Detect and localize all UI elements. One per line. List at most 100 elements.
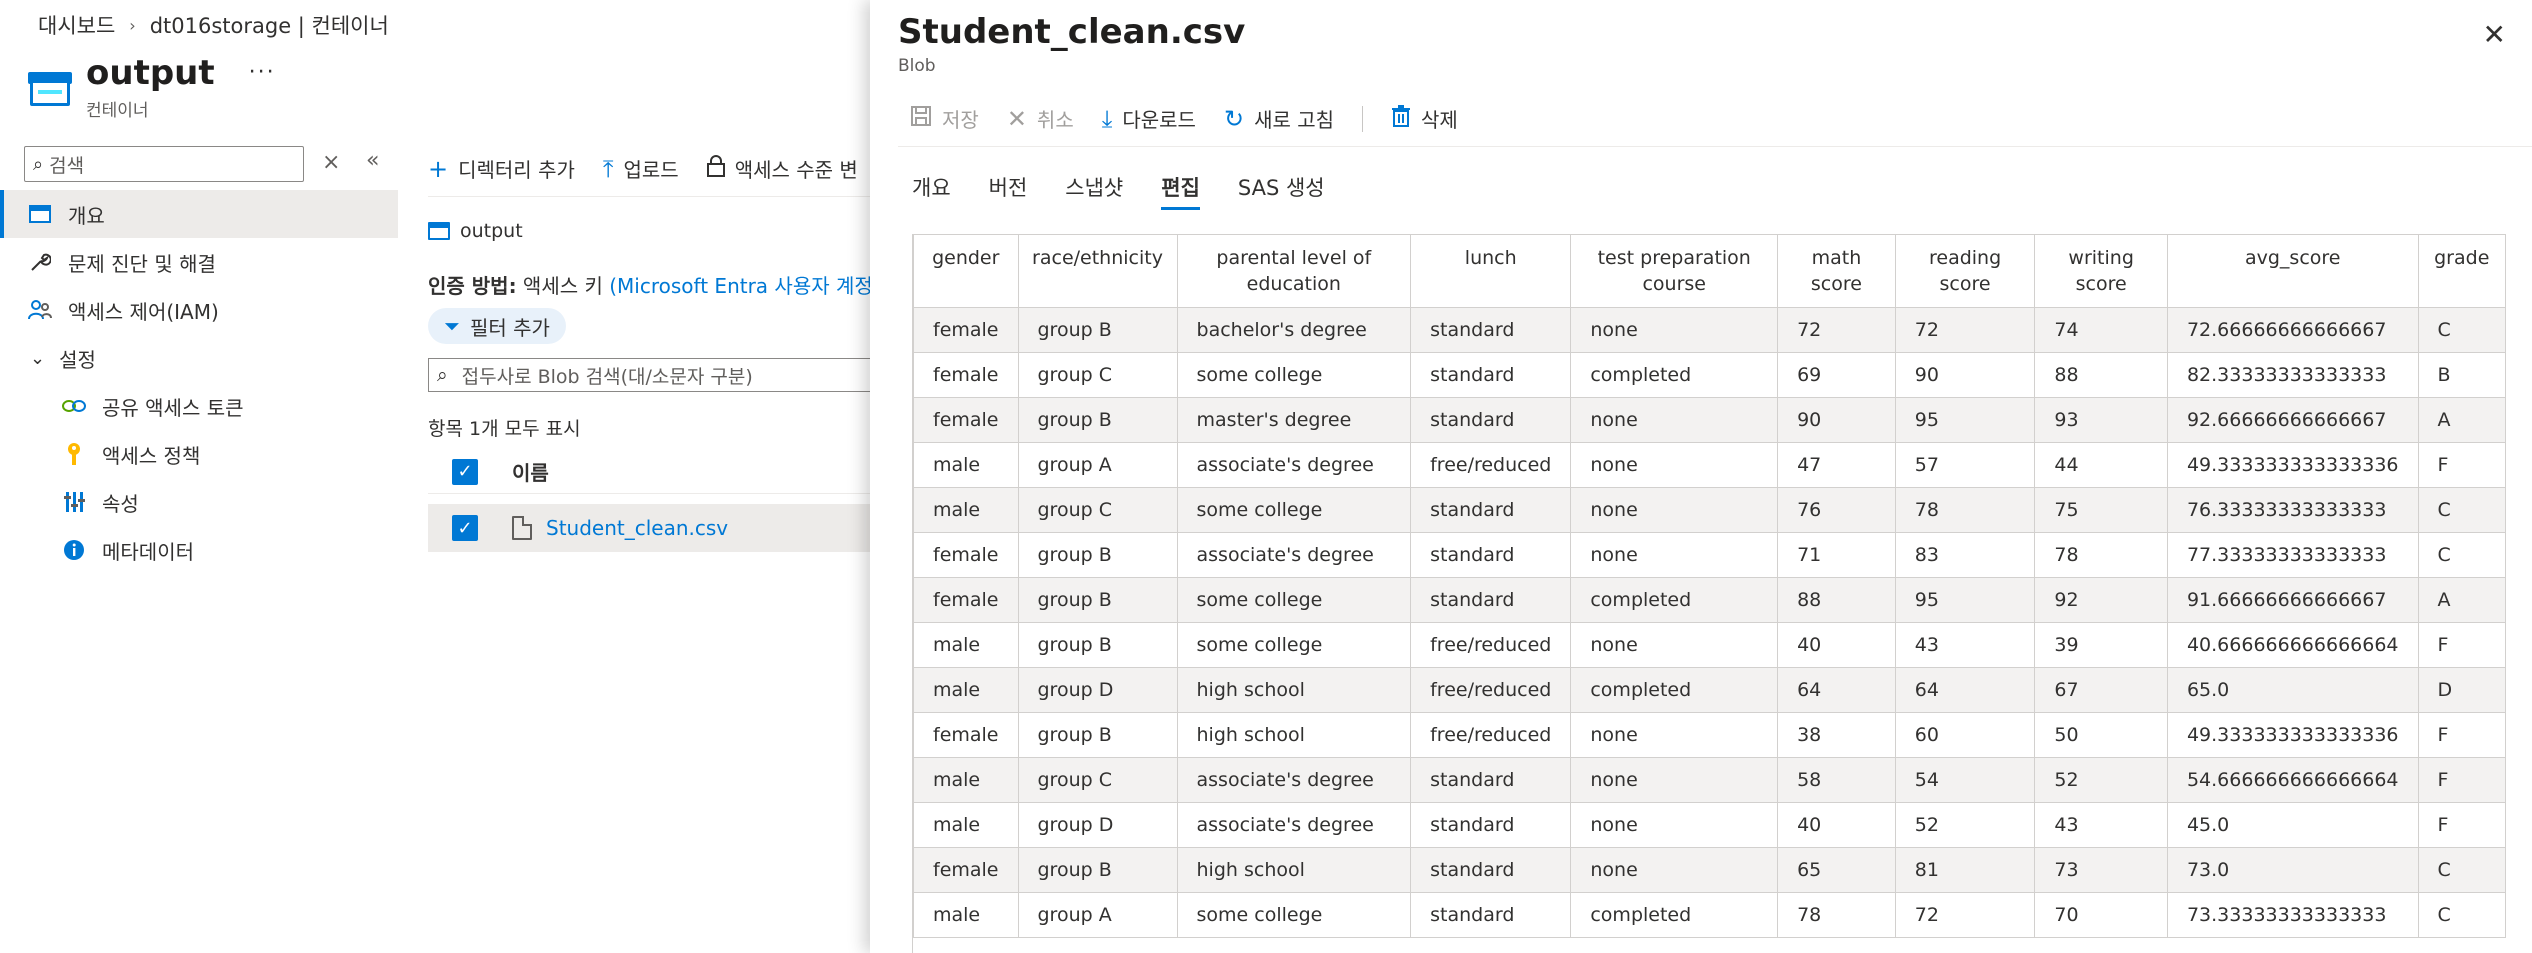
table-cell[interactable]: 78 <box>1894 487 2036 533</box>
table-cell[interactable]: F <box>2417 757 2506 803</box>
add-filter-button[interactable]: ⏷ 필터 추가 <box>428 308 566 344</box>
table-cell[interactable]: 92 <box>2034 577 2168 623</box>
table-cell[interactable]: group C <box>1017 487 1178 533</box>
table-cell[interactable]: 73 <box>2034 847 2168 893</box>
table-cell[interactable]: C <box>2417 487 2506 533</box>
table-cell[interactable]: associate's degree <box>1176 757 1412 803</box>
table-cell[interactable]: 54 <box>1894 757 2036 803</box>
table-cell[interactable]: 75 <box>2034 487 2168 533</box>
table-cell[interactable]: 70 <box>2034 892 2168 938</box>
table-cell[interactable]: 88 <box>1777 577 1896 623</box>
table-cell[interactable]: 50 <box>2034 712 2168 758</box>
table-cell[interactable]: associate's degree <box>1176 532 1412 578</box>
table-cell[interactable]: male <box>913 892 1019 938</box>
table-cell[interactable]: 90 <box>1894 352 2036 398</box>
table-cell[interactable]: master's degree <box>1176 397 1412 443</box>
table-cell[interactable]: group C <box>1017 757 1178 803</box>
tab-edit[interactable]: 편집 <box>1161 172 1200 210</box>
clear-search-icon[interactable]: × <box>322 150 340 175</box>
blob-name-link[interactable]: Student_clean.csv <box>546 516 728 540</box>
table-cell[interactable]: 45.0 <box>2166 802 2419 848</box>
csv-editor[interactable]: gender race/ethnicity parental level of ed… <box>912 234 2506 953</box>
breadcrumb-dashboard[interactable]: 대시보드 <box>38 10 115 40</box>
table-cell[interactable]: 64 <box>1777 667 1896 713</box>
table-cell[interactable]: 49.333333333333336 <box>2166 442 2419 488</box>
table-cell[interactable]: 38 <box>1777 712 1896 758</box>
sidebar-item-shared-access-token[interactable]: 공유 액세스 토큰 <box>0 382 398 430</box>
table-cell[interactable]: standard <box>1410 577 1572 623</box>
table-cell[interactable]: none <box>1570 532 1779 578</box>
tab-versions[interactable]: 버전 <box>989 172 1028 210</box>
table-cell[interactable]: 64 <box>1894 667 2036 713</box>
sidebar-item-iam[interactable]: 액세스 제어(IAM) <box>0 286 398 334</box>
table-cell[interactable]: 43 <box>2034 802 2168 848</box>
table-cell[interactable]: group B <box>1017 622 1178 668</box>
table-cell[interactable]: male <box>913 622 1019 668</box>
table-cell[interactable]: 40 <box>1777 802 1896 848</box>
table-cell[interactable]: high school <box>1176 667 1412 713</box>
table-cell[interactable]: standard <box>1410 847 1572 893</box>
table-cell[interactable]: 76 <box>1777 487 1896 533</box>
table-cell[interactable]: 76.33333333333333 <box>2166 487 2419 533</box>
table-cell[interactable]: 54.666666666666664 <box>2166 757 2419 803</box>
table-cell[interactable]: female <box>913 847 1019 893</box>
blob-search-input[interactable]: ⌕ 접두사로 Blob 검색(대/소문자 구분) <box>428 358 870 392</box>
table-cell[interactable]: 39 <box>2034 622 2168 668</box>
breadcrumb-storage[interactable]: dt016storage | 컨테이너 <box>150 10 389 40</box>
collapse-menu-icon[interactable]: « <box>366 148 379 173</box>
table-cell[interactable]: some college <box>1176 622 1412 668</box>
table-cell[interactable]: 72 <box>1894 307 2036 353</box>
table-cell[interactable]: 67 <box>2034 667 2168 713</box>
table-cell[interactable]: A <box>2417 577 2506 623</box>
table-cell[interactable]: A <box>2417 397 2506 443</box>
table-cell[interactable]: none <box>1570 487 1779 533</box>
table-cell[interactable]: group D <box>1017 667 1178 713</box>
table-cell[interactable]: C <box>2417 307 2506 353</box>
nav-search-input[interactable]: ⌕ 검색 <box>24 146 304 182</box>
table-cell[interactable]: group B <box>1017 307 1178 353</box>
select-all-checkbox[interactable]: ✓ <box>452 458 478 485</box>
sidebar-item-metadata[interactable]: 메타데이터 <box>0 526 398 574</box>
table-cell[interactable]: standard <box>1410 892 1572 938</box>
table-cell[interactable]: 72 <box>1894 892 2036 938</box>
upload-button[interactable]: ⤒ 업로드 <box>603 154 679 183</box>
table-cell[interactable]: none <box>1570 307 1779 353</box>
column-header-name[interactable]: 이름 <box>512 457 549 486</box>
table-cell[interactable]: C <box>2417 532 2506 578</box>
table-cell[interactable]: 88 <box>2034 352 2168 398</box>
table-cell[interactable]: completed <box>1570 892 1779 938</box>
table-cell[interactable]: female <box>913 307 1019 353</box>
table-cell[interactable]: bachelor's degree <box>1176 307 1412 353</box>
table-cell[interactable]: some college <box>1176 487 1412 533</box>
close-icon[interactable]: ✕ <box>2483 18 2506 51</box>
table-cell[interactable]: none <box>1570 712 1779 758</box>
table-cell[interactable]: none <box>1570 442 1779 488</box>
sidebar-item-properties[interactable]: 속성 <box>0 478 398 526</box>
table-cell[interactable]: none <box>1570 802 1779 848</box>
table-cell[interactable]: female <box>913 397 1019 443</box>
table-cell[interactable]: B <box>2417 352 2506 398</box>
table-cell[interactable]: 93 <box>2034 397 2168 443</box>
table-cell[interactable]: 72 <box>1777 307 1896 353</box>
tab-overview[interactable]: 개요 <box>912 172 951 210</box>
table-cell[interactable]: 65 <box>1777 847 1896 893</box>
switch-auth-link[interactable]: (Microsoft Entra 사용자 계정으로 <box>609 274 909 298</box>
table-cell[interactable]: group A <box>1017 892 1178 938</box>
table-cell[interactable]: free/reduced <box>1410 712 1572 758</box>
table-cell[interactable]: F <box>2417 712 2506 758</box>
table-cell[interactable]: completed <box>1570 352 1779 398</box>
table-cell[interactable]: group A <box>1017 442 1178 488</box>
table-cell[interactable]: group B <box>1017 847 1178 893</box>
table-cell[interactable]: 43 <box>1894 622 2036 668</box>
table-cell[interactable]: high school <box>1176 712 1412 758</box>
table-cell[interactable]: standard <box>1410 397 1572 443</box>
table-cell[interactable]: 81 <box>1894 847 2036 893</box>
table-cell[interactable]: 57 <box>1894 442 2036 488</box>
table-cell[interactable]: free/reduced <box>1410 667 1572 713</box>
table-cell[interactable]: group B <box>1017 532 1178 578</box>
table-cell[interactable]: 78 <box>2034 532 2168 578</box>
table-cell[interactable]: 82.33333333333333 <box>2166 352 2419 398</box>
table-cell[interactable]: D <box>2417 667 2506 713</box>
table-cell[interactable]: male <box>913 442 1019 488</box>
table-cell[interactable]: 49.333333333333336 <box>2166 712 2419 758</box>
